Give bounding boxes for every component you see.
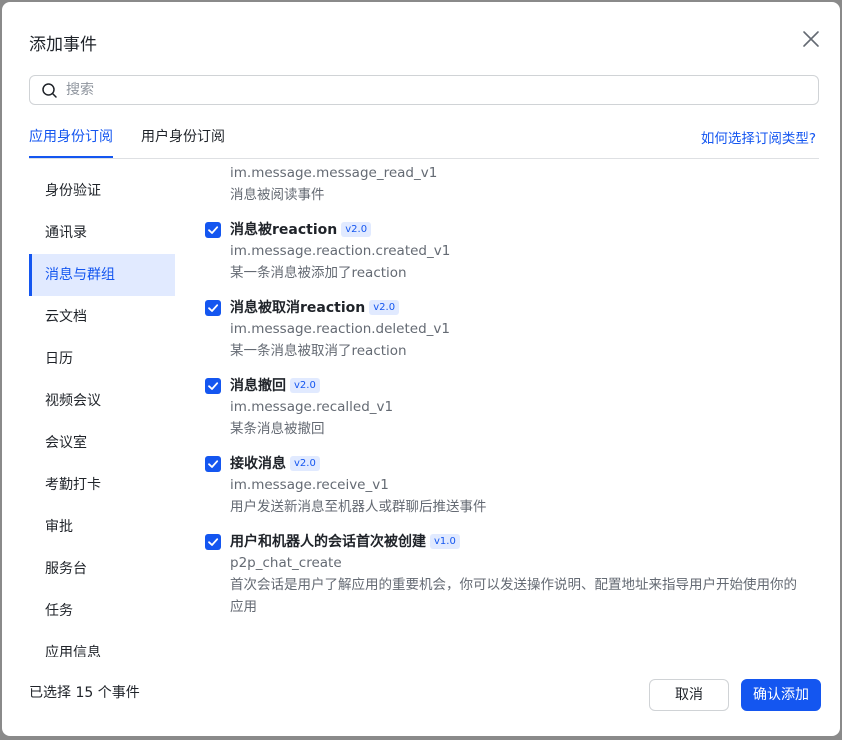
sidebar-item-video-meeting[interactable]: 视频会议 — [29, 380, 175, 422]
event-key: im.message.recalled_v1 — [230, 399, 394, 415]
add-event-dialog: 添加事件 应用身份订阅 用户身份订阅 如何选择订阅类型? 身份验证 通讯录 消息… — [2, 2, 840, 736]
cancel-button[interactable]: 取消 — [649, 679, 729, 711]
event-description: 首次会话是用户了解应用的重要机会，你可以发送操作说明、配置地址来指导用户开始使用… — [230, 577, 797, 615]
checkmark-icon — [208, 460, 219, 468]
version-badge: v2.0 — [341, 222, 372, 237]
event-description: 用户发送新消息至机器人或群聊后推送事件 — [230, 499, 487, 515]
subscription-tabs: 应用身份订阅 用户身份订阅 如何选择订阅类型? — [29, 114, 819, 159]
event-name: 用户和机器人的会话首次被创建 — [230, 534, 426, 550]
close-icon — [803, 31, 819, 47]
event-name: 消息撤回 — [230, 378, 286, 394]
search-input[interactable] — [66, 76, 806, 104]
version-badge: v2.0 — [369, 300, 400, 315]
event-list[interactable]: 消息已读v2.0im.message.message_read_v1消息被阅读事… — [205, 160, 825, 652]
event-name: 消息被reaction — [230, 222, 338, 238]
tab-user-subscription[interactable]: 用户身份订阅 — [141, 126, 225, 156]
checkmark-icon — [208, 226, 219, 234]
event-item: 消息已读v2.0im.message.message_read_v1消息被阅读事… — [205, 160, 825, 206]
category-sidebar: 身份验证 通讯录 消息与群组 云文档 日历 视频会议 会议室 考勤打卡 审批 服… — [29, 170, 175, 657]
sidebar-item-calendar[interactable]: 日历 — [29, 338, 175, 380]
event-title: 用户和机器人的会话首次被创建 v1.0 — [230, 532, 825, 552]
event-title: 接收消息 v2.0 — [230, 454, 825, 474]
event-name: 接收消息 — [230, 456, 286, 472]
event-checkbox[interactable] — [205, 456, 221, 472]
event-description: 消息被阅读事件 — [230, 187, 325, 203]
sidebar-item-tasks[interactable]: 任务 — [29, 590, 175, 632]
search-box[interactable] — [29, 75, 819, 105]
event-key: im.message.receive_v1 — [230, 477, 389, 493]
checkmark-icon — [208, 382, 219, 390]
version-badge: v2.0 — [290, 456, 320, 471]
event-checkbox[interactable] — [205, 534, 221, 550]
event-key: p2p_chat_create — [230, 555, 342, 571]
sidebar-item-docs[interactable]: 云文档 — [29, 296, 175, 338]
event-item: 用户和机器人的会话首次被创建 v1.0 p2p_chat_create 首次会话是用户… — [205, 532, 825, 618]
sidebar-item-attendance[interactable]: 考勤打卡 — [29, 464, 175, 506]
event-key: im.message.reaction.created_v1 — [230, 243, 451, 259]
event-title: 消息被reaction v2.0 — [230, 220, 825, 240]
sidebar-item-approval[interactable]: 审批 — [29, 506, 175, 548]
checkmark-icon — [208, 304, 219, 312]
version-badge: v2.0 — [290, 378, 320, 393]
event-title: 消息撤回 v2.0 — [230, 376, 825, 396]
selected-count: 已选择 15 个事件 — [29, 685, 140, 701]
version-badge: v1.0 — [430, 534, 460, 549]
event-key: im.message.reaction.deleted_v1 — [230, 321, 450, 337]
event-key: im.message.message_read_v1 — [230, 165, 438, 181]
tab-app-subscription[interactable]: 应用身份订阅 — [29, 126, 113, 158]
search-icon — [42, 83, 57, 98]
event-description: 某一条消息被添加了reaction — [230, 265, 407, 281]
sidebar-item-identity[interactable]: 身份验证 — [29, 170, 175, 212]
event-title: 消息被取消reaction v2.0 — [230, 298, 825, 318]
event-item: 接收消息 v2.0 im.message.receive_v1 用户发送新消息至机器人… — [205, 454, 825, 518]
event-checkbox[interactable] — [205, 300, 221, 316]
sidebar-item-messages[interactable]: 消息与群组 — [29, 254, 175, 296]
event-name: 消息被取消reaction — [230, 300, 366, 316]
event-item: 消息被取消reaction v2.0 im.message.reaction.del… — [205, 298, 825, 362]
event-description: 某条消息被撤回 — [230, 421, 325, 437]
event-item: 消息撤回 v2.0 im.message.recalled_v1 某条消息被撤回 — [205, 376, 825, 440]
checkmark-icon — [208, 538, 219, 546]
confirm-add-button[interactable]: 确认添加 — [741, 679, 821, 711]
event-item: 消息被reaction v2.0 im.message.reaction.creat… — [205, 220, 825, 284]
close-button[interactable] — [800, 28, 822, 50]
event-checkbox[interactable] — [205, 222, 221, 238]
sidebar-item-helpdesk[interactable]: 服务台 — [29, 548, 175, 590]
event-description: 某一条消息被取消了reaction — [230, 343, 407, 359]
help-link[interactable]: 如何选择订阅类型? — [701, 127, 816, 147]
sidebar-item-app-info[interactable]: 应用信息 — [29, 632, 175, 657]
sidebar-item-contacts[interactable]: 通讯录 — [29, 212, 175, 254]
sidebar-item-meeting-room[interactable]: 会议室 — [29, 422, 175, 464]
event-checkbox[interactable] — [205, 378, 221, 394]
dialog-title: 添加事件 — [29, 35, 97, 55]
